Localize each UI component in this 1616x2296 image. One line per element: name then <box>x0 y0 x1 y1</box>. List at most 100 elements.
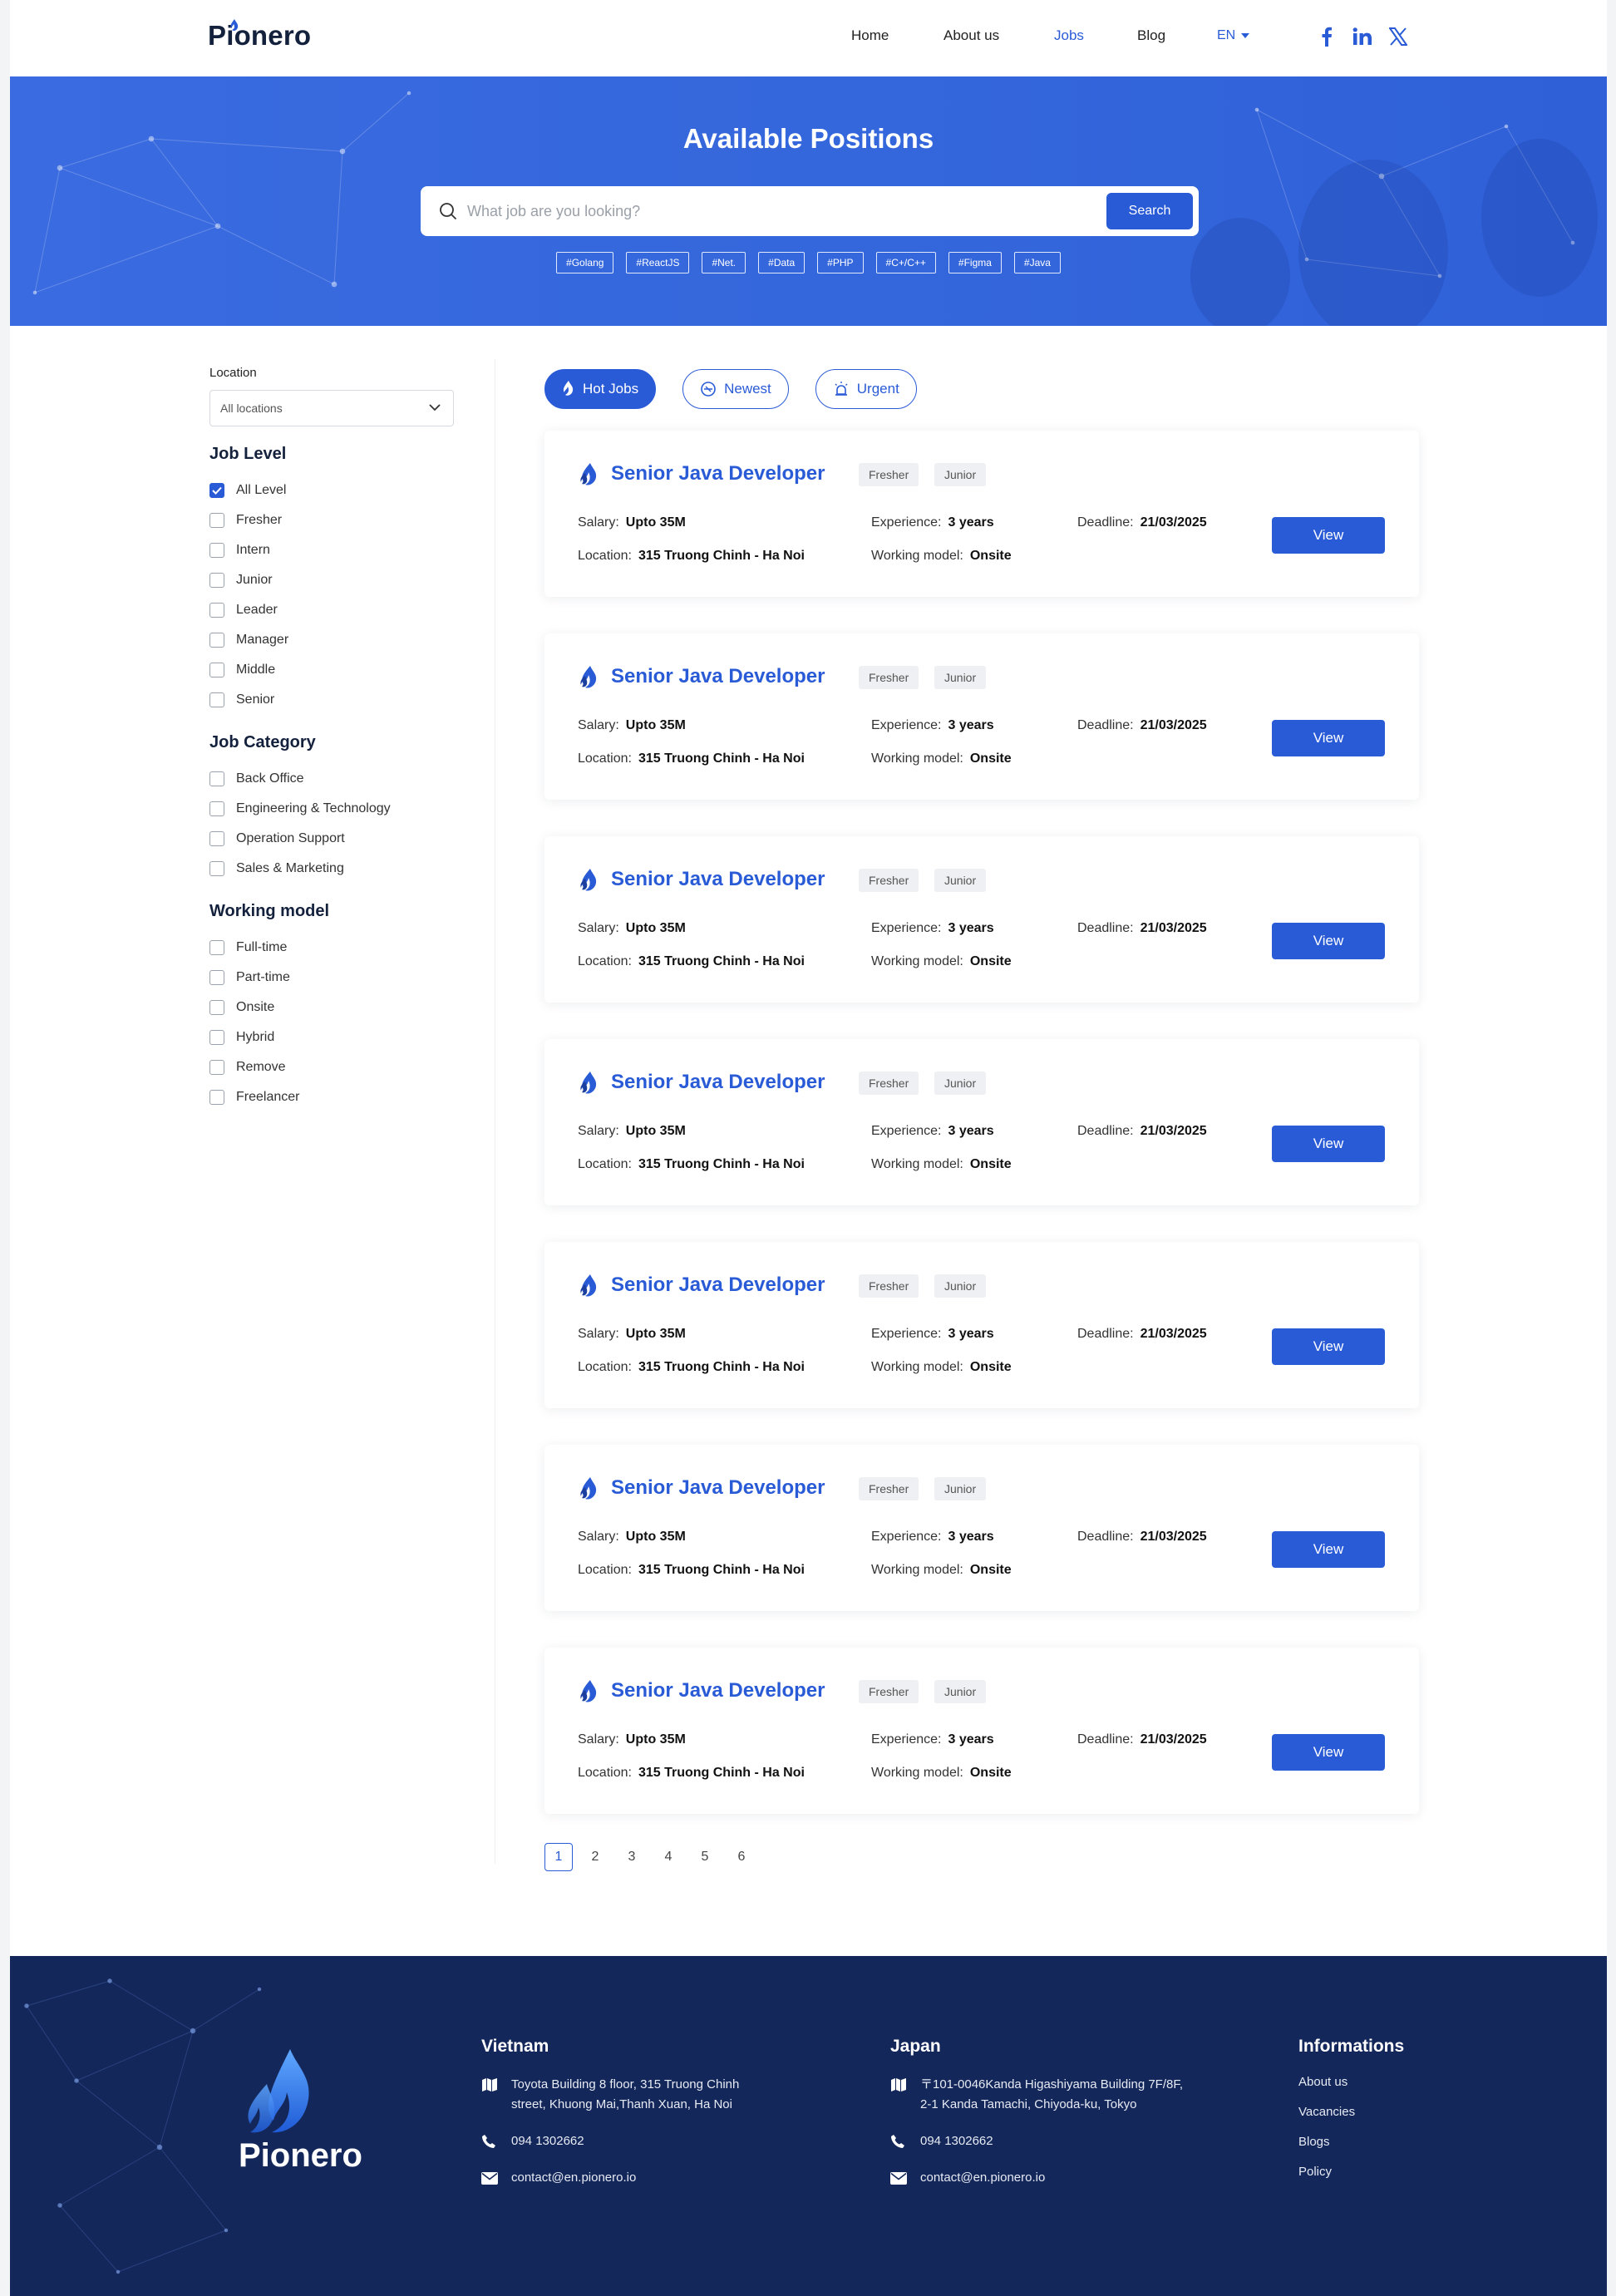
working-model-value: Onsite <box>969 751 1012 766</box>
tag-chip[interactable]: #PHP <box>817 252 864 273</box>
checkbox[interactable] <box>209 861 224 876</box>
urgent-tab[interactable]: Urgent <box>815 369 917 409</box>
checkbox[interactable] <box>209 573 224 588</box>
job-category-option[interactable]: Sales & Marketing <box>209 854 459 884</box>
nav-about-us[interactable]: About us <box>943 27 999 44</box>
job-category-option[interactable]: Operation Support <box>209 824 459 854</box>
tag-chip[interactable]: #Figma <box>948 252 1002 273</box>
job-card[interactable]: Senior Java Developer Fresher Junior Salary… <box>544 431 1419 597</box>
view-job-button[interactable]: View <box>1272 1126 1385 1162</box>
level-badge: Fresher <box>859 1477 919 1500</box>
search-button[interactable]: Search <box>1106 193 1193 229</box>
page-6[interactable]: 6 <box>727 1843 756 1871</box>
job-level-option[interactable]: Junior <box>209 565 459 595</box>
footer-japan-email[interactable]: contact@en.pionero.io <box>890 2168 1183 2188</box>
job-category-option[interactable]: Back Office <box>209 764 459 794</box>
job-title[interactable]: Senior Java Developer <box>611 665 825 688</box>
view-job-button[interactable]: View <box>1272 517 1385 554</box>
page-1[interactable]: 1 <box>544 1843 573 1871</box>
working-model-option[interactable]: Full-time <box>209 933 459 963</box>
location-label: Location: <box>578 751 632 766</box>
footer-link-about-us[interactable]: About us <box>1298 2075 1404 2089</box>
working-model-option[interactable]: Freelancer <box>209 1082 459 1112</box>
job-level-option[interactable]: All Level <box>209 475 459 505</box>
checkbox[interactable] <box>209 1090 224 1105</box>
view-job-button[interactable]: View <box>1272 1328 1385 1365</box>
checkbox[interactable] <box>209 603 224 618</box>
x-twitter-icon[interactable] <box>1387 25 1410 48</box>
footer-link-vacancies[interactable]: Vacancies <box>1298 2105 1404 2119</box>
view-job-button[interactable]: View <box>1272 1531 1385 1568</box>
working-model-option[interactable]: Onsite <box>209 993 459 1022</box>
job-card[interactable]: Senior Java Developer Fresher Junior Salary… <box>544 1242 1419 1408</box>
checkbox[interactable] <box>209 1060 224 1075</box>
job-card[interactable]: Senior Java Developer Fresher Junior Salary… <box>544 1648 1419 1814</box>
checkbox[interactable] <box>209 483 224 498</box>
footer-vietnam-email[interactable]: contact@en.pionero.io <box>481 2168 739 2188</box>
newest-tab[interactable]: Newest <box>682 369 789 409</box>
checkbox[interactable] <box>209 513 224 528</box>
facebook-icon[interactable] <box>1315 25 1338 48</box>
brand-logo[interactable]: Pionero <box>208 19 311 52</box>
language-selector[interactable]: EN <box>1217 28 1250 43</box>
working-model-option-label: Full-time <box>236 940 288 954</box>
nav-jobs[interactable]: Jobs <box>1054 27 1084 44</box>
job-level-option[interactable]: Manager <box>209 625 459 655</box>
view-job-button[interactable]: View <box>1272 1734 1385 1771</box>
checkbox[interactable] <box>209 831 224 846</box>
tag-chip[interactable]: #ReactJS <box>626 252 690 273</box>
hot-jobs-tab[interactable]: Hot Jobs <box>544 369 657 409</box>
job-title[interactable]: Senior Java Developer <box>611 868 825 891</box>
job-title[interactable]: Senior Java Developer <box>611 1679 825 1702</box>
job-title[interactable]: Senior Java Developer <box>611 1071 825 1094</box>
view-job-button[interactable]: View <box>1272 923 1385 959</box>
working-model-option[interactable]: Hybrid <box>209 1022 459 1052</box>
level-badge: Fresher <box>859 666 919 689</box>
checkbox[interactable] <box>209 543 224 558</box>
job-card[interactable]: Senior Java Developer Fresher Junior Salary… <box>544 1445 1419 1611</box>
job-level-option[interactable]: Leader <box>209 595 459 625</box>
tag-chip[interactable]: #Java <box>1013 252 1061 273</box>
job-card[interactable]: Senior Java Developer Fresher Junior Salary… <box>544 836 1419 1003</box>
job-level-option[interactable]: Middle <box>209 655 459 685</box>
job-level-option[interactable]: Fresher <box>209 505 459 535</box>
checkbox[interactable] <box>209 692 224 707</box>
checkbox[interactable] <box>209 663 224 677</box>
job-level-option[interactable]: Intern <box>209 535 459 565</box>
job-title[interactable]: Senior Java Developer <box>611 1274 825 1297</box>
working-model-option[interactable]: Remove <box>209 1052 459 1082</box>
nav-blog[interactable]: Blog <box>1137 27 1165 44</box>
checkbox[interactable] <box>209 1000 224 1015</box>
checkbox[interactable] <box>209 970 224 985</box>
checkbox[interactable] <box>209 940 224 955</box>
working-model-option[interactable]: Part-time <box>209 963 459 993</box>
location-select[interactable]: All locations <box>209 390 454 426</box>
job-title[interactable]: Senior Java Developer <box>611 1476 825 1500</box>
tag-chip[interactable]: #Data <box>758 252 806 273</box>
footer-vietnam-phone[interactable]: 094 1302662 <box>481 2131 739 2151</box>
page-3[interactable]: 3 <box>618 1843 646 1871</box>
footer-japan-phone[interactable]: 094 1302662 <box>890 2131 1183 2151</box>
view-job-button[interactable]: View <box>1272 720 1385 756</box>
job-title[interactable]: Senior Java Developer <box>611 462 825 485</box>
page-5[interactable]: 5 <box>691 1843 719 1871</box>
job-card[interactable]: Senior Java Developer Fresher Junior Salary… <box>544 1039 1419 1205</box>
footer-link-blogs[interactable]: Blogs <box>1298 2135 1404 2149</box>
deadline-field: Deadline: 21/03/2025 <box>1077 718 1207 733</box>
linkedin-icon[interactable] <box>1351 25 1374 48</box>
page-2[interactable]: 2 <box>581 1843 609 1871</box>
job-category-option[interactable]: Engineering & Technology <box>209 794 459 824</box>
page-4[interactable]: 4 <box>654 1843 682 1871</box>
tag-chip[interactable]: #Golang <box>556 252 614 273</box>
tag-chip[interactable]: #C+/C++ <box>875 252 936 273</box>
job-card[interactable]: Senior Java Developer Fresher Junior Salary… <box>544 633 1419 800</box>
search-input[interactable] <box>467 196 1099 226</box>
job-level-option[interactable]: Senior <box>209 685 459 715</box>
checkbox[interactable] <box>209 771 224 786</box>
checkbox[interactable] <box>209 801 224 816</box>
footer-link-policy[interactable]: Policy <box>1298 2165 1404 2179</box>
checkbox[interactable] <box>209 633 224 648</box>
tag-chip[interactable]: #Net. <box>702 252 746 273</box>
checkbox[interactable] <box>209 1030 224 1045</box>
nav-home[interactable]: Home <box>851 27 889 44</box>
